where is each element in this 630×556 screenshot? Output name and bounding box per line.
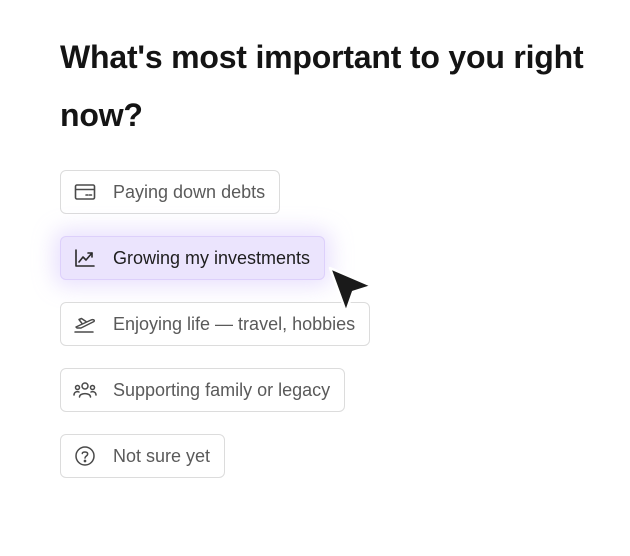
airplane-icon xyxy=(73,312,97,336)
option-not-sure-yet[interactable]: Not sure yet xyxy=(60,434,226,478)
option-label: Paying down debts xyxy=(113,181,266,202)
option-label: Supporting family or legacy xyxy=(113,379,331,400)
option-label: Enjoying life — travel, hobbies xyxy=(113,313,356,334)
question-title: What's most important to you right now? xyxy=(60,39,584,133)
option-supporting-family[interactable]: Supporting family or legacy xyxy=(60,368,346,412)
option-growing-my-investments[interactable]: Growing my investments xyxy=(60,236,326,280)
option-label: Growing my investments xyxy=(113,247,311,268)
options-list: Paying down debts Growing my investments… xyxy=(60,170,371,478)
mouse-pointer-icon xyxy=(328,266,374,314)
option-paying-down-debts[interactable]: Paying down debts xyxy=(60,170,281,214)
option-enjoying-life[interactable]: Enjoying life — travel, hobbies xyxy=(60,302,371,346)
question-circle-icon xyxy=(73,444,97,468)
option-label: Not sure yet xyxy=(113,445,211,466)
credit-card-icon xyxy=(73,180,97,204)
people-icon xyxy=(73,378,97,402)
chart-line-icon xyxy=(73,246,97,270)
